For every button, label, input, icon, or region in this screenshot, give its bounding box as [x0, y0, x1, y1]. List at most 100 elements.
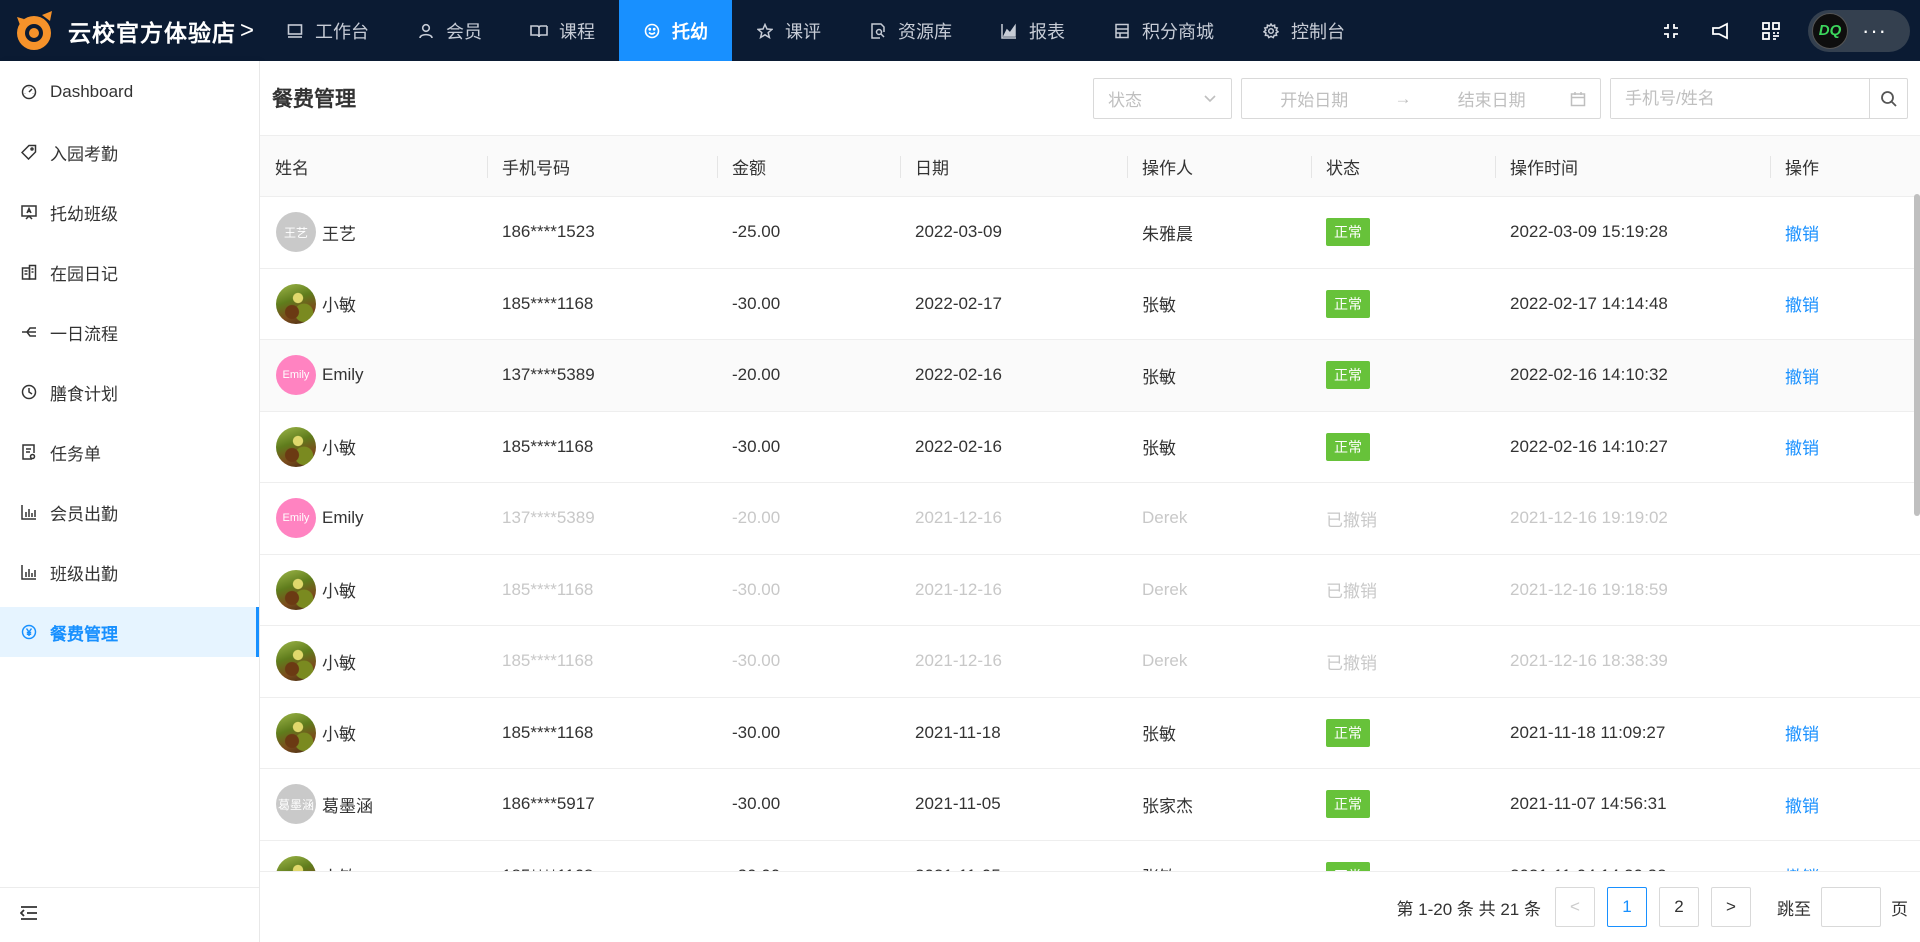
status-cell: 正常 — [1311, 412, 1495, 483]
phone-cell: 137****5389 — [502, 365, 595, 385]
page-number-button[interactable]: 1 — [1607, 887, 1647, 927]
operation-time-cell: 2022-03-09 15:19:28 — [1510, 222, 1668, 242]
table-row: 小敏 185****1168 -30.00 2021-12-16 Derek 已撤销 202… — [260, 626, 1920, 698]
name-cell: Emily Emily — [260, 483, 487, 554]
search-input[interactable] — [1611, 79, 1869, 118]
action-cell: 撤销 — [1770, 197, 1920, 268]
status-cell: 已撤销 — [1311, 483, 1495, 554]
column-header: 操作时间 — [1495, 136, 1770, 197]
date-range-picker[interactable]: 开始日期 → 结束日期 — [1241, 78, 1601, 119]
revoke-link[interactable]: 撤销 — [1785, 220, 1819, 245]
phone-cell: 185****1168 — [502, 293, 594, 313]
action-cell: 撤销 — [1770, 269, 1920, 340]
brand[interactable]: 云校官方体验店 > — [0, 0, 262, 61]
page-title: 餐费管理 — [272, 88, 356, 111]
status-select[interactable]: 状态 — [1093, 78, 1232, 119]
sidebar-item-10[interactable]: 餐费管理 — [0, 607, 259, 657]
revoke-link[interactable]: 撤销 — [1785, 363, 1819, 388]
table-row: 小敏 185****1168 -30.00 2021-11-18 张敏 正常 2021-11… — [260, 698, 1920, 769]
prev-page-button[interactable]: < — [1555, 887, 1595, 927]
status-cell: 正常 — [1311, 197, 1495, 268]
filter-bar: 状态 开始日期 → 结束日期 — [1093, 78, 1908, 119]
search-box — [1610, 78, 1908, 119]
sidebar-item-label: 会员出勤 — [50, 504, 118, 524]
nav-item-2[interactable]: 会员 — [393, 0, 506, 61]
column-divider — [1311, 155, 1312, 178]
member-name: Emily — [322, 365, 364, 385]
calendar-icon — [1570, 91, 1586, 107]
sidebar-item-3[interactable]: 托幼班级 — [0, 187, 259, 237]
action-cell: 撤销 — [1770, 769, 1920, 840]
announcement-icon[interactable] — [1696, 0, 1746, 61]
status-cell: 已撤销 — [1311, 555, 1495, 626]
member-name: 王艺 — [322, 224, 356, 244]
start-date-input[interactable]: 开始日期 — [1242, 86, 1387, 111]
revoke-link[interactable]: 撤销 — [1785, 434, 1819, 459]
area-chart-icon — [1000, 22, 1018, 40]
status-badge: 正常 — [1326, 861, 1370, 871]
sidebar-item-9[interactable]: 班级出勤 — [0, 547, 259, 597]
column-header: 状态 — [1311, 136, 1495, 197]
operator-cell: 张敏 — [1142, 725, 1176, 745]
nav-item-5[interactable]: 课评 — [732, 0, 845, 61]
table-row: 小敏 185****1168 -30.00 2022-02-17 张敏 正常 2022-02… — [260, 269, 1920, 340]
smile-icon — [643, 22, 661, 40]
sidebar-item-label: 任务单 — [50, 444, 101, 464]
member-name: 小敏 — [322, 439, 356, 459]
pagination-summary: 第 1-20 条 共 21 条 — [1396, 899, 1541, 919]
date-cell: 2022-02-17 — [915, 293, 1002, 313]
nav-item-label: 托幼 — [672, 21, 708, 42]
sidebar-item-2[interactable]: 入园考勤 — [0, 127, 259, 177]
member-name: 小敏 — [322, 863, 356, 871]
sidebar-item-4[interactable]: 在园日记 — [0, 247, 259, 297]
next-page-button[interactable]: > — [1711, 887, 1751, 927]
revoke-link[interactable]: 撤销 — [1785, 720, 1819, 745]
table-scrollbar[interactable] — [1914, 194, 1920, 516]
nav-item-4[interactable]: 托幼 — [619, 0, 732, 61]
bar-chart-icon — [20, 503, 38, 521]
fullscreen-icon[interactable] — [1646, 0, 1696, 61]
member-name: 小敏 — [322, 296, 356, 316]
action-cell: 撤销 — [1770, 340, 1920, 411]
table-row: 葛墨涵 葛墨涵 186****5917 -30.00 2021-11-05 张家杰 正常 20… — [260, 769, 1920, 841]
status-cell: 正常 — [1311, 841, 1495, 871]
column-header-label: 操作人 — [1142, 158, 1193, 178]
phone-cell: 186****1523 — [502, 222, 595, 242]
sidebar-item-6[interactable]: 膳食计划 — [0, 367, 259, 417]
jump-page-input[interactable] — [1821, 887, 1881, 927]
avatar: 王艺 — [276, 212, 316, 253]
search-button[interactable] — [1869, 79, 1907, 118]
nav-item-3[interactable]: 课程 — [506, 0, 619, 61]
nav-item-6[interactable]: 资源库 — [845, 0, 976, 61]
nav-item-1[interactable]: 工作台 — [262, 0, 393, 61]
sidebar-item-1[interactable]: Dashboard — [0, 67, 259, 117]
nav-item-9[interactable]: 控制台 — [1238, 0, 1369, 61]
sidebar-item-7[interactable]: 任务单 — [0, 427, 259, 477]
nav-item-7[interactable]: 报表 — [976, 0, 1089, 61]
table-body: 王艺 王艺 186****1523 -25.00 2022-03-09 朱雅晨 正常 2022… — [260, 197, 1920, 871]
avatar: Emily — [276, 355, 316, 396]
column-divider — [900, 155, 901, 178]
sidebar-collapse-button[interactable] — [0, 887, 259, 942]
sidebar-item-5[interactable]: 一日流程 — [0, 307, 259, 357]
avatar — [276, 855, 316, 871]
end-date-input[interactable]: 结束日期 — [1419, 86, 1564, 111]
status-badge: 已撤销 — [1326, 582, 1377, 602]
brand-logo-icon — [12, 9, 56, 53]
column-header: 操作人 — [1127, 136, 1311, 197]
yuan-icon — [20, 623, 38, 641]
qrcode-icon[interactable] — [1746, 0, 1796, 61]
user-menu[interactable]: DQ ··· — [1808, 9, 1910, 52]
nav-item-8[interactable]: 积分商城 — [1089, 0, 1238, 61]
phone-cell: 137****5389 — [502, 508, 595, 528]
dashboard-icon — [20, 83, 38, 101]
sidebar-item-8[interactable]: 会员出勤 — [0, 487, 259, 537]
revoke-link[interactable]: 撤销 — [1785, 792, 1819, 817]
brand-switch-chevron[interactable]: > — [240, 17, 254, 45]
sidebar-item-label: Dashboard — [50, 82, 134, 101]
name-cell: 小敏 — [260, 698, 487, 769]
page-number-button[interactable]: 2 — [1659, 887, 1699, 927]
revoke-link[interactable]: 撤销 — [1785, 291, 1819, 316]
revoke-link[interactable]: 撤销 — [1785, 863, 1819, 871]
operator-cell: Derek — [1142, 508, 1188, 528]
